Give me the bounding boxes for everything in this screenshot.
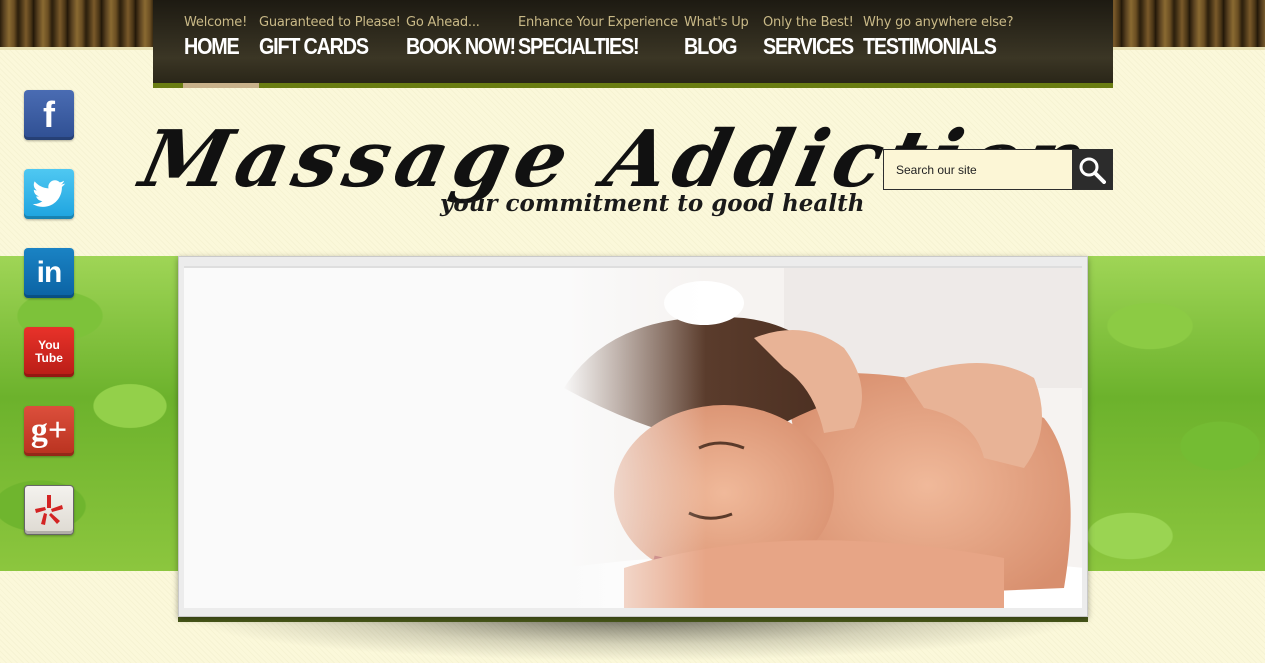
google-plus-icon[interactable]: g+ [24,406,74,456]
yelp-burst-glyph [35,495,63,525]
nav-item-label: TESTIMONIALS [863,33,997,59]
nav-item-specialties[interactable]: Enhance Your Experience SPECIALTIES! [518,15,678,75]
nav-active-indicator [183,83,259,88]
nav-item-subtitle: Enhance Your Experience [518,15,678,30]
nav-item-label: BLOG [684,33,738,59]
nav-item-label: BOOK NOW! [406,33,516,59]
nav-item-label: SERVICES [763,33,854,59]
nav-item-gift-cards[interactable]: Guaranteed to Please! GIFT CARDS [259,15,401,75]
google-plus-glyph: g+ [30,412,68,449]
yelp-icon[interactable] [24,485,74,535]
nav-item-services[interactable]: Only the Best! SERVICES [763,15,868,75]
nav-item-subtitle: Welcome! [184,15,248,30]
search-icon [1079,157,1106,184]
main-navigation: Welcome! HOME Guaranteed to Please! GIFT… [153,0,1113,88]
nav-item-subtitle: Why go anywhere else? [863,15,1014,30]
search-button[interactable] [1072,150,1112,189]
nav-item-testimonials[interactable]: Why go anywhere else? TESTIMONIALS [863,15,1017,75]
linkedin-icon[interactable]: in [24,248,74,298]
nav-item-home[interactable]: Welcome! HOME [184,15,247,75]
twitter-icon[interactable] [24,169,74,219]
nav-item-subtitle: Guaranteed to Please! [259,15,401,30]
twitter-bird-glyph [32,180,66,207]
nav-item-subtitle: Only the Best! [763,15,854,30]
hero-slide [184,266,1082,608]
facebook-icon[interactable]: f [24,90,74,140]
social-links: f in You Tube g+ [24,90,76,564]
nav-item-book-now[interactable]: Go Ahead... BOOK NOW! [406,15,533,75]
site-search [883,149,1113,190]
hero-slider [178,256,1088,617]
nav-item-label: HOME [184,33,240,59]
youtube-icon[interactable]: You Tube [24,327,74,377]
logo-tagline: your commitment to good health [440,190,865,217]
site-logo[interactable]: Massage Addiction your commitment to goo… [133,114,1101,238]
nav-item-blog[interactable]: What's Up BLOG [684,15,749,75]
facebook-glyph: f [43,94,55,135]
linkedin-glyph: in [36,256,63,289]
search-input[interactable] [884,150,1072,189]
youtube-glyph-bottom: Tube [35,351,63,365]
massage-photo-image [184,268,1082,608]
nav-item-label: SPECIALTIES! [518,33,640,59]
nav-item-label: GIFT CARDS [259,33,369,59]
nav-item-subtitle: What's Up [684,15,749,30]
nav-item-subtitle: Go Ahead... [406,15,480,30]
